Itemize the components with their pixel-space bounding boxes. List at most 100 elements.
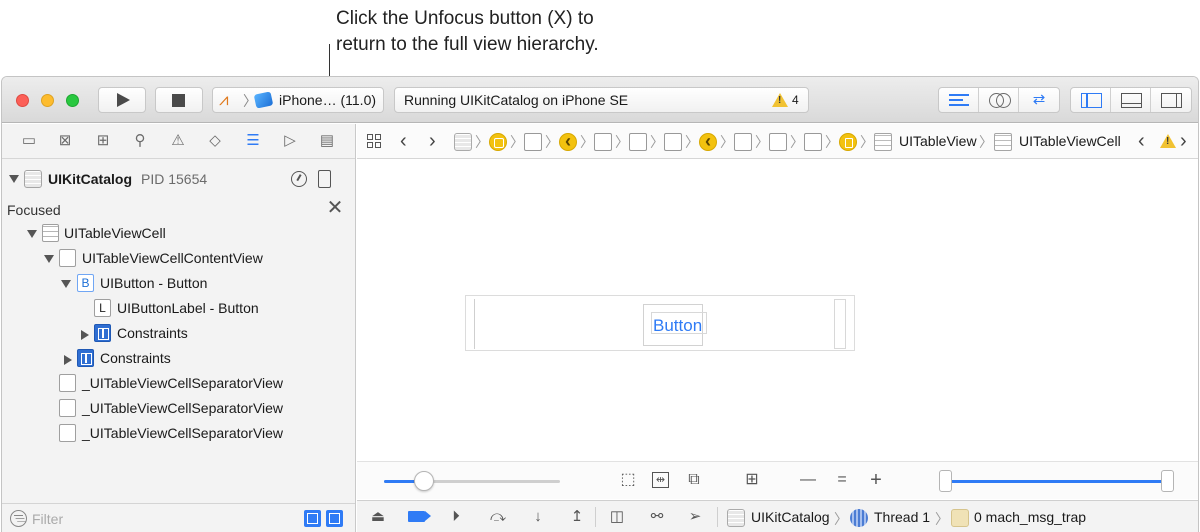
breadcrumb-view-icon[interactable] (629, 133, 647, 151)
breakpoint-navigator-tab[interactable]: ▷ (279, 131, 301, 151)
chevron-right-icon: 〉 (790, 134, 804, 150)
breadcrumb-controller-icon[interactable] (559, 131, 577, 152)
tree-row[interactable]: _UITableViewCellSeparatorView (2, 397, 356, 422)
step-over-icon[interactable]: ⤼ (487, 507, 509, 527)
toggle-navigator-button[interactable] (1071, 88, 1111, 112)
version-editor-button[interactable]: ⇄ (1019, 88, 1059, 112)
zoom-actual-size-icon[interactable]: = (832, 470, 852, 490)
visible-range-fill (945, 480, 1168, 483)
debug-frame-label[interactable]: 0 mach_msg_trap (974, 509, 1086, 525)
previous-issue-button[interactable]: ‹ (1138, 129, 1145, 153)
spacing-slider-knob[interactable] (414, 471, 435, 491)
back-button[interactable]: ‹ (400, 129, 407, 153)
breadcrumb-table-view-label[interactable]: UITableView (899, 133, 977, 149)
step-out-icon[interactable]: ↥ (566, 507, 588, 527)
breadcrumb-view-icon[interactable] (664, 133, 682, 151)
step-into-icon[interactable]: ↓ (527, 507, 549, 527)
forward-button[interactable]: › (429, 129, 436, 153)
breadcrumb-view-icon[interactable] (804, 133, 822, 151)
adjust-view-mode-icon[interactable]: ⧉ (684, 470, 704, 490)
process-pid: PID 15654 (141, 171, 208, 187)
tree-row[interactable]: L UIButtonLabel - Button (2, 297, 356, 322)
disclosure-triangle-icon[interactable] (64, 355, 72, 365)
report-navigator-tab[interactable]: ▤ (316, 131, 338, 151)
toggle-debug-area-button[interactable] (1111, 88, 1151, 112)
debug-view-hierarchy-icon[interactable]: ◫ (606, 507, 628, 527)
issue-navigator-tab[interactable]: ⚠ (167, 131, 189, 151)
show-visible-views-toggle[interactable] (326, 510, 343, 527)
test-navigator-tab[interactable]: ◇ (204, 131, 226, 151)
tree-row[interactable]: _UITableViewCellSeparatorView (2, 372, 356, 397)
tree-row[interactable]: Constraints (2, 347, 356, 372)
disclosure-triangle-icon[interactable] (27, 230, 37, 238)
tree-row[interactable]: UITableViewCell (2, 222, 356, 247)
label-icon: L (94, 299, 111, 317)
standard-editor-button[interactable] (939, 88, 979, 112)
toggle-inspector-button[interactable] (1151, 88, 1191, 112)
chevron-right-icon: 〉 (720, 134, 734, 150)
tree-row[interactable]: _UITableViewCellSeparatorView (2, 422, 356, 447)
filter-input[interactable] (32, 509, 292, 529)
visible-range-slider[interactable] (945, 480, 1168, 483)
spacing-slider[interactable] (384, 480, 560, 483)
clipped-content-icon[interactable]: ⬚ (618, 470, 638, 490)
zoom-in-icon[interactable]: + (866, 470, 886, 490)
disclosure-triangle-icon[interactable] (9, 175, 19, 183)
disclosure-triangle-icon[interactable] (61, 280, 71, 288)
tree-row[interactable]: Constraints (2, 322, 356, 347)
tree-row[interactable]: B UIButton - Button (2, 272, 356, 297)
breadcrumb-view-icon[interactable] (594, 133, 612, 151)
continue-icon[interactable]: ⏵ (445, 507, 467, 527)
wireframe-accessory-view[interactable] (834, 299, 846, 349)
breadcrumb-window-icon[interactable] (489, 133, 507, 151)
breadcrumb-controller-icon[interactable] (699, 131, 717, 152)
breadcrumb-table-cell-label[interactable]: UITableViewCell (1019, 133, 1121, 149)
breadcrumb-table-view-icon[interactable] (874, 133, 892, 151)
unfocus-button[interactable]: ✕ (325, 198, 345, 218)
activity-status-view[interactable]: Running UIKitCatalog on iPhone SE 4 (394, 87, 809, 113)
orient-3d-icon[interactable]: ⊞ (742, 470, 762, 490)
find-navigator-tab[interactable]: ⚲ (129, 131, 151, 151)
debug-navigator-tab[interactable]: ☰ (242, 131, 264, 151)
memory-graph-icon[interactable]: ⚯ (646, 507, 668, 527)
tree-row[interactable]: UITableViewCellContentView (2, 247, 356, 272)
breadcrumb-table-cell-icon[interactable] (994, 133, 1012, 151)
disclosure-triangle-icon[interactable] (81, 330, 89, 340)
range-high-handle[interactable] (1161, 470, 1174, 492)
scheme-selector[interactable]: ⩘ 〉 iPhone… (11.0) (212, 87, 384, 113)
hide-debug-area-icon[interactable]: ⏏ (367, 507, 389, 527)
show-constraints-icon[interactable]: ⇹ (652, 472, 669, 488)
warning-icon[interactable] (1160, 134, 1176, 148)
next-issue-button[interactable]: › (1180, 129, 1187, 153)
breakpoints-toggle-icon[interactable] (408, 511, 431, 522)
close-window-button[interactable] (16, 94, 29, 107)
chevron-right-icon: 〉 (510, 134, 524, 150)
breadcrumb-view-icon[interactable] (734, 133, 752, 151)
show-primary-views-toggle[interactable] (304, 510, 321, 527)
process-row[interactable]: UIKitCatalog PID 15654 (2, 162, 355, 194)
debug-process-label[interactable]: UIKitCatalog (751, 509, 830, 525)
debug-thread-label[interactable]: Thread 1 (874, 509, 930, 525)
filter-icon[interactable] (10, 510, 27, 527)
zoom-window-button[interactable] (66, 94, 79, 107)
source-control-navigator-tab[interactable]: ⊠ (54, 131, 76, 151)
minimize-window-button[interactable] (41, 94, 54, 107)
zoom-out-icon[interactable]: — (798, 470, 818, 490)
related-items-icon[interactable] (367, 134, 382, 149)
assistant-editor-button[interactable] (979, 88, 1019, 112)
simulate-location-icon[interactable]: ➢ (684, 507, 706, 527)
range-low-handle[interactable] (939, 470, 952, 492)
gauge-icon[interactable] (291, 171, 307, 187)
project-navigator-tab[interactable]: ▭ (18, 131, 40, 151)
breadcrumb-table-controller-icon[interactable] (839, 133, 857, 151)
constraints-icon (94, 324, 111, 342)
stop-button[interactable] (155, 87, 203, 113)
view-debugger-canvas[interactable]: Button (357, 160, 1198, 460)
disclosure-triangle-icon[interactable] (44, 255, 54, 263)
symbol-navigator-tab[interactable]: ⊞ (92, 131, 114, 151)
device-icon[interactable] (318, 170, 331, 188)
breadcrumb-process-icon[interactable] (454, 133, 472, 151)
run-button[interactable] (98, 87, 146, 113)
breadcrumb-view-icon[interactable] (769, 133, 787, 151)
breadcrumb-view-icon[interactable] (524, 133, 542, 151)
